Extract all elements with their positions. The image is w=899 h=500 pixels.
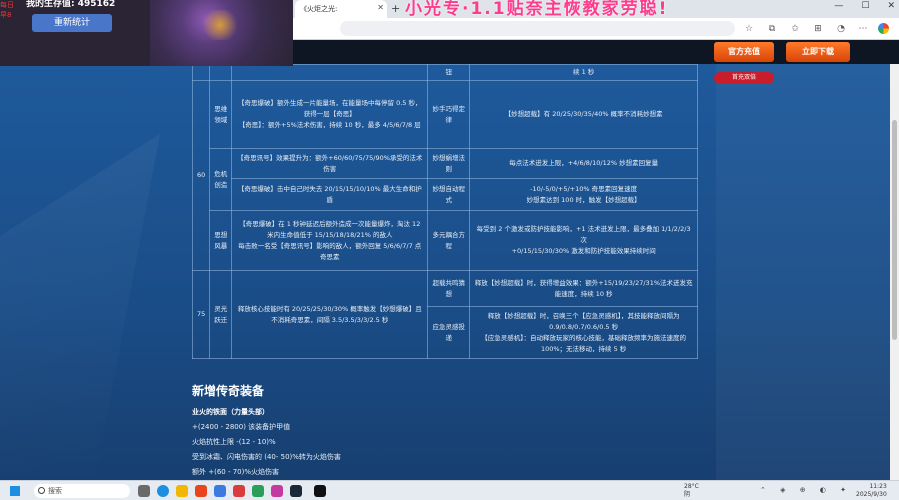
app-icon[interactable] [138,485,150,497]
equipment-stat: 额外 +(60 - 70)%火焰伤害 [192,468,279,476]
recharge-badge[interactable]: 首充双倍 [714,72,774,84]
maximize-icon[interactable]: ☐ [861,1,869,11]
official-charge-button[interactable]: 官方充值 [714,42,774,62]
skill-table: 钮 续 1 秒 60 思维领域 【奇思爆破】额外生成一片能量场，在能量场中每停留… [191,64,698,359]
section-title: 新增传奇装备 [192,384,265,398]
strip-line: 每日 [0,1,14,9]
favorites-icon[interactable]: ✩ [788,22,802,36]
talent-name: 思维领域 [209,80,233,149]
talent-desc: 【奇思爆破】击中自己时失去 20/15/15/10/10% 最大生命和护盾 [231,178,429,211]
ability-effect: 每受到 2 个激发或防护技能影响，+1 法术迸发上限，最多叠加 1/1/2/2/… [469,210,698,271]
app-icon[interactable] [214,485,226,497]
clock-date: 2025/9/30 [856,491,887,498]
table-row: 60 思维领域 【奇思爆破】额外生成一片能量场，在能量场中每停留 0.5 秒，获… [191,80,698,271]
table-row: 75 灵光跃迁 释放核心技能时有 20/25/25/30/30% 概率触发【妙想… [191,270,698,359]
talent-name: 危机创造 [209,148,233,211]
table-cell: 续 1 秒 [469,64,698,81]
app-icon[interactable] [233,485,245,497]
windows-start-icon[interactable] [10,486,20,496]
close-window-icon[interactable]: ✕ [887,1,895,11]
equipment-stat: +(2400 - 2800) 该装备护甲值 [192,423,291,431]
stream-overlay: 每日 早8 我的生存值: 495162 重新统计 [0,0,293,66]
search-icon [38,487,45,494]
background-decoration [0,134,160,474]
taskbar-search[interactable]: 搜索 [34,484,130,498]
app-icon[interactable] [314,485,326,497]
table-row: 思想风暴 【奇思爆破】在 1 秒钟延迟后额外造成一次能量爆炸，淘汰 12 米内生… [193,210,698,271]
app-icon[interactable] [271,485,283,497]
star-icon[interactable]: ☆ [742,22,756,36]
survival-value: 我的生存值: 495162 [26,0,116,9]
table-row: 钮 续 1 秒 [191,64,698,81]
new-tab-icon[interactable]: + [391,2,400,15]
ability-effect: 释放【妙想超载】时，召唤三个【应急灵感机】，其技能释放间隔为 0.9/0.8/0… [469,306,698,359]
ability-name: 妙想蜗增法则 [427,148,471,179]
folder-icon[interactable] [176,485,188,497]
level-cell: 75 [191,270,211,359]
system-clock[interactable]: 11:23 2025/9/30 [856,483,887,499]
ability-effect: 释放【妙想超载】时，获得增益效果：额外+15/19/23/27/31%法术迸发充… [469,270,698,307]
level-cell: 60 [191,80,211,271]
weather-widget[interactable]: 28°C 阴 [684,483,699,499]
stream-title-overlay: 小光专·1.1贴奈主恢教家劳聪! [405,0,669,19]
download-button[interactable]: 立即下载 [786,42,850,62]
wps-icon[interactable] [195,485,207,497]
browser-logo-icon[interactable] [878,23,889,34]
ability-effect: 【妙想超载】有 20/25/30/35/40% 概率不消耗妙想素 [469,80,698,149]
browser-tab[interactable]: 《火炬之光: ✕ [295,0,387,18]
background-panel [716,64,890,480]
collections-icon[interactable]: ⊞ [811,22,825,36]
window-controls: — ☐ ✕ [834,1,895,11]
talent-desc: 【奇思爆破】额外生成一片能量场，在能量场中每停留 0.5 秒，获得一层【奇思】 … [231,80,429,149]
minimize-icon[interactable]: — [834,1,843,11]
profile-icon[interactable]: ◔ [834,22,848,36]
scrollbar-thumb[interactable] [892,120,897,340]
ability-name: 妙想自动程式 [427,178,471,211]
talent-desc: 【奇思讯号】效果提升为：额外+60/60/75/75/90%承受的法术伤害 [231,148,429,179]
weather-desc: 阴 [684,491,691,498]
table-row: 危机创造 【奇思讯号】效果提升为：额外+60/60/75/75/90%承受的法术… [193,148,698,211]
equipment-name: 业火的铁面（力量头部） [192,408,269,416]
ability-name: 应急灵感投递 [427,306,471,359]
weather-temp: 28°C [684,483,699,490]
taskbar: 搜索 28°C 阴 ⌃ ◈ ⊕ ◐ ✦ 11:23 2025/9/30 [0,480,899,500]
ability-name: 多元耦合方程 [427,210,471,271]
steam-icon[interactable] [290,485,302,497]
equipment-stat: 火焰抗性上限 -(12 - 10)% [192,438,276,446]
system-tray-icons[interactable]: ⌃ ◈ ⊕ ◐ ✦ [760,486,852,494]
ability-effect: 每点法术迸发上限，+4/6/8/10/12% 妙想素回复量 [469,148,698,179]
game-art-glow [200,10,240,40]
left-strip-text: 每日 早8 [0,0,16,30]
page-content: 钮 续 1 秒 60 思维领域 【奇思爆破】额外生成一片能量场，在能量场中每停留… [0,64,890,480]
close-tab-icon[interactable]: ✕ [377,3,384,12]
tab-title: 《火炬之光: [300,5,338,13]
ability-name: 妙手巧得定律 [427,80,471,149]
app-icon[interactable] [252,485,264,497]
ability-name: 超载共鸣猜想 [427,270,471,307]
clock-time: 11:23 [869,483,887,490]
table-cell: 钮 [427,64,471,81]
edge-icon[interactable] [157,485,169,497]
strip-line: 早8 [0,11,12,19]
screen: 钮 续 1 秒 60 思维领域 【奇思爆破】额外生成一片能量场，在能量场中每停留… [0,0,899,500]
extension-icon[interactable]: ⧉ [765,22,779,36]
recount-button[interactable]: 重新统计 [32,14,112,32]
talent-desc: 释放核心技能时有 20/25/25/30/30% 概率触发【妙想爆破】且不消耗奇… [231,270,429,359]
more-icon[interactable]: ⋯ [856,22,870,36]
equipment-stat: 受到冰霜、闪电伤害的 (40- 50)%转为火焰伤害 [192,453,341,461]
talent-name: 灵光跃迁 [209,270,233,359]
table-row: 【奇思爆破】击中自己时失去 20/15/15/10/10% 最大生命和护盾 妙想… [193,178,698,211]
talent-desc: 【奇思爆破】在 1 秒钟延迟后额外造成一次能量爆炸，淘汰 12 米内生命值低于 … [231,210,429,271]
url-field[interactable] [340,21,735,36]
talent-name: 思想风暴 [209,210,233,271]
ability-effect: -10/-5/0/+5/+10% 奇思素回复速度 妙想素达到 100 时，触发【… [469,178,698,211]
